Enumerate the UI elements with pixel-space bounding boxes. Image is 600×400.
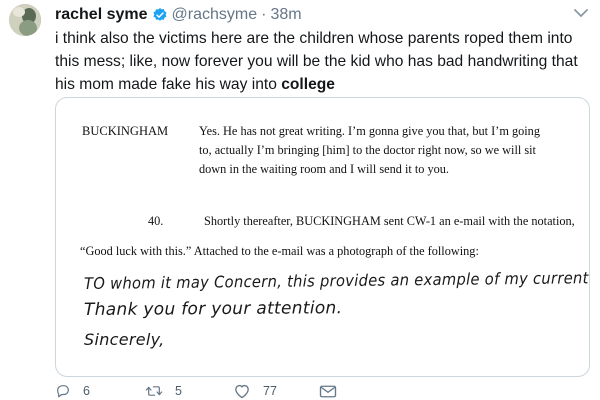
timestamp[interactable]: 38m bbox=[270, 6, 301, 24]
retweet-button[interactable]: 5 bbox=[145, 383, 182, 399]
envelope-icon bbox=[319, 385, 337, 397]
retweet-count: 5 bbox=[175, 384, 182, 398]
heart-icon bbox=[235, 384, 249, 399]
chevron-down-icon[interactable] bbox=[574, 8, 588, 18]
reply-icon bbox=[57, 385, 69, 398]
avatar[interactable] bbox=[9, 4, 41, 36]
separator-dot: · bbox=[261, 6, 267, 23]
speaker-label: BUCKINGHAM bbox=[82, 124, 169, 138]
paragraph-line: Shortly thereafter, BUCKINGHAM sent CW-1… bbox=[204, 214, 575, 228]
handwriting-line: Sincerely, bbox=[84, 330, 165, 349]
like-count: 77 bbox=[263, 384, 277, 398]
paragraph-line: “Good luck with this.” Attached to the e… bbox=[80, 244, 479, 258]
quote-line: down in the waiting room and I will send… bbox=[199, 162, 450, 176]
verified-badge-icon bbox=[152, 7, 168, 23]
quote-line: Yes. He has not great writing. I’m gonna… bbox=[199, 124, 540, 138]
paragraph-number: 40. bbox=[148, 214, 164, 228]
retweet-icon bbox=[145, 386, 163, 396]
tweet[interactable]: rachel syme @rachsyme · 38m i think also… bbox=[0, 0, 600, 400]
handwriting-line: TO whom it may Concern, this provides an… bbox=[83, 267, 589, 293]
user-handle[interactable]: @rachsyme bbox=[172, 6, 258, 24]
reply-button[interactable]: 6 bbox=[55, 383, 90, 399]
tweet-header: rachel syme @rachsyme · 38m bbox=[55, 4, 302, 26]
display-name[interactable]: rachel syme bbox=[55, 6, 148, 24]
like-button[interactable]: 77 bbox=[233, 383, 277, 399]
tweet-media-image[interactable]: BUCKINGHAM Yes. He has not great writing… bbox=[55, 97, 590, 377]
tweet-text-bold: college bbox=[281, 76, 335, 93]
quote-line: to, actually I’m bringing [him] to the d… bbox=[199, 143, 536, 157]
handwriting-line: Thank you for your attention. bbox=[83, 298, 343, 320]
reply-count: 6 bbox=[83, 384, 90, 398]
tweet-actions: 6 5 77 bbox=[55, 382, 455, 400]
document-excerpt: BUCKINGHAM Yes. He has not great writing… bbox=[56, 98, 589, 376]
direct-message-button[interactable] bbox=[319, 384, 337, 399]
tweet-text: i think also the victims here are the ch… bbox=[55, 27, 590, 96]
